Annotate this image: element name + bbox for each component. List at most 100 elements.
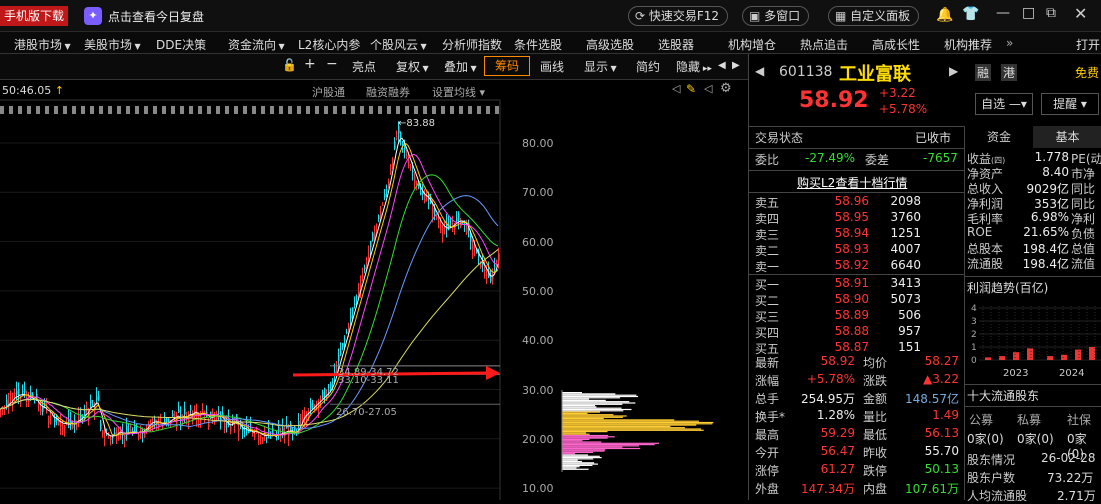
watchlist-button[interactable]: 自选 —▾	[975, 93, 1033, 115]
menu-analyst[interactable]: 分析师指数	[442, 36, 502, 53]
toolbar-highlight[interactable]: 亮点	[352, 58, 376, 75]
strip-mark	[279, 106, 283, 114]
custom-panel-button[interactable]: ▦ 自定义面板	[828, 6, 920, 26]
order-volume: 1251	[890, 226, 921, 240]
menu-inst-add[interactable]: 机构增仓	[728, 36, 776, 53]
chip-bar	[562, 434, 609, 437]
next-stock-icon[interactable]: ▶	[949, 64, 958, 78]
profit-bar	[1075, 349, 1081, 360]
zoom-out-icon[interactable]: −	[326, 56, 338, 72]
panel-icon: ▦	[835, 9, 851, 23]
zoom-in-icon[interactable]: +	[304, 56, 316, 72]
shirt-icon[interactable]: 👕	[962, 6, 979, 22]
candle-body	[150, 422, 152, 424]
menu-fund-flow[interactable]: 资金流向 ▼	[228, 36, 285, 53]
toolbar-hide[interactable]: 隐藏 ▸▸	[676, 58, 712, 75]
tab-funds[interactable]: 资金	[965, 126, 1033, 148]
candle-body	[352, 308, 354, 312]
bell-icon[interactable]: 🔔	[936, 7, 953, 23]
candle-body	[470, 235, 472, 242]
candle-body	[356, 296, 358, 298]
stat-label: 昨收	[863, 446, 888, 460]
candle-body	[90, 399, 92, 404]
ma60-line	[0, 195, 499, 429]
price-change-pct: +5.78%	[879, 102, 928, 116]
menu-us-market[interactable]: 美股市场 ▼	[84, 36, 141, 53]
stat-value: ▲3.22	[923, 372, 959, 386]
chip-bar	[562, 419, 675, 421]
candle-body	[422, 192, 424, 195]
multi-window-button[interactable]: ▣ 多窗口	[742, 6, 810, 26]
stat-value: 148.57亿	[905, 392, 959, 406]
menu-condition[interactable]: 条件选股	[514, 36, 562, 53]
prev-stock-icon[interactable]: ◀	[755, 64, 764, 78]
stat-label: 金额	[863, 392, 888, 406]
order-volume: 3413	[890, 276, 921, 290]
toolbar-overlay[interactable]: 叠加 ▼	[444, 58, 477, 75]
quick-trade-button[interactable]: ⟳ 快速交易F12	[628, 6, 729, 26]
free-link[interactable]: 免费	[1075, 64, 1099, 81]
tab-basic[interactable]: 基本	[1033, 126, 1101, 148]
chip-bar	[562, 453, 575, 455]
menu-stock-news[interactable]: 个股风云 ▼	[370, 36, 427, 53]
candle-body	[154, 419, 156, 422]
chip-bar	[562, 440, 583, 442]
price-tick: 60.00	[522, 235, 554, 249]
chip-bar	[562, 406, 597, 408]
chart-toolbar: 🔓 + − 亮点 复权 ▼ 叠加 ▼ 筹码 画线 显示 ▼ 简约 隐藏 ▸▸ ◀…	[0, 54, 748, 80]
chip-bar	[562, 437, 608, 439]
menu-inst-rec[interactable]: 机构推荐	[944, 36, 992, 53]
profit-bar	[1013, 352, 1019, 360]
candle-body	[322, 391, 324, 398]
toolbar-display[interactable]: 显示 ▼	[584, 58, 617, 75]
kline-chart[interactable]: 50:46.05 ↑ 沪股通 融资融券 设置均线 ▾ ◁ ✎ ◁ ⚙ 80.00…	[0, 80, 748, 500]
chip-bar	[562, 398, 590, 400]
holder-row-label-2: 人均流通股	[967, 489, 1028, 503]
toolbar-draw[interactable]: 画线	[540, 58, 564, 75]
minimize-icon[interactable]: —	[996, 5, 1010, 21]
menu-dde[interactable]: DDE决策	[156, 36, 206, 53]
toolbar-chips[interactable]: 筹码	[484, 56, 530, 76]
candle-body	[340, 351, 342, 355]
menu-hot[interactable]: 热点追击	[800, 36, 848, 53]
profit-trend-chart: 4 3 2 1 0 2023 2024	[971, 304, 1101, 379]
fund-value: 21.65%	[1023, 225, 1069, 239]
stat-label: 今开	[755, 446, 780, 460]
restore-icon[interactable]: ⧉	[1046, 5, 1056, 21]
toolbar-simple[interactable]: 简约	[636, 58, 660, 75]
chip-bar	[562, 414, 614, 416]
candle-body	[104, 435, 106, 439]
candle-body	[338, 354, 340, 362]
review-link[interactable]: 点击查看今日复盘	[108, 8, 204, 25]
stat-row: 最新 58.92 均价 58.27	[749, 354, 964, 370]
mobile-download-button[interactable]: 手机版下载	[0, 6, 68, 26]
fund-row: 流通股 198.4亿 流值	[965, 255, 1101, 271]
holder-type-private: 私募	[1017, 413, 1042, 427]
candle-body	[16, 390, 18, 395]
l2-link[interactable]: 购买L2查看十档行情	[797, 174, 907, 191]
remind-button[interactable]: 提醒 ▾	[1041, 93, 1099, 115]
holder-type-social: 社保	[1067, 413, 1092, 427]
menu-growth[interactable]: 高成长性	[872, 36, 920, 53]
candle-body	[238, 428, 240, 432]
menu-advanced[interactable]: 高级选股	[586, 36, 634, 53]
more-icon[interactable]: »	[1006, 36, 1013, 50]
strip-mark	[9, 106, 13, 114]
menu-open[interactable]: 打开	[1076, 36, 1100, 53]
chevron-left-icon[interactable]: ◀	[718, 60, 726, 71]
strip-mark	[369, 106, 373, 114]
fund-row: 毛利率 6.98% 净利	[965, 210, 1101, 226]
chevron-right-icon[interactable]: ▶	[732, 60, 740, 71]
candle-body	[370, 241, 372, 248]
maximize-icon[interactable]: □	[1022, 5, 1035, 21]
lock-icon[interactable]: 🔓	[282, 58, 297, 72]
candle-body	[34, 402, 36, 404]
menu-hk-market[interactable]: 港股市场 ▼	[14, 36, 71, 53]
stat-row: 今开 56.47 昨收 55.70	[749, 444, 964, 460]
close-icon[interactable]: ✕	[1074, 4, 1087, 23]
strip-mark	[477, 106, 481, 114]
menu-screener[interactable]: 选股器	[658, 36, 694, 53]
menu-l2[interactable]: L2核心内参	[298, 36, 360, 53]
ma10-line	[0, 143, 499, 437]
toolbar-adjust[interactable]: 复权 ▼	[396, 58, 429, 75]
